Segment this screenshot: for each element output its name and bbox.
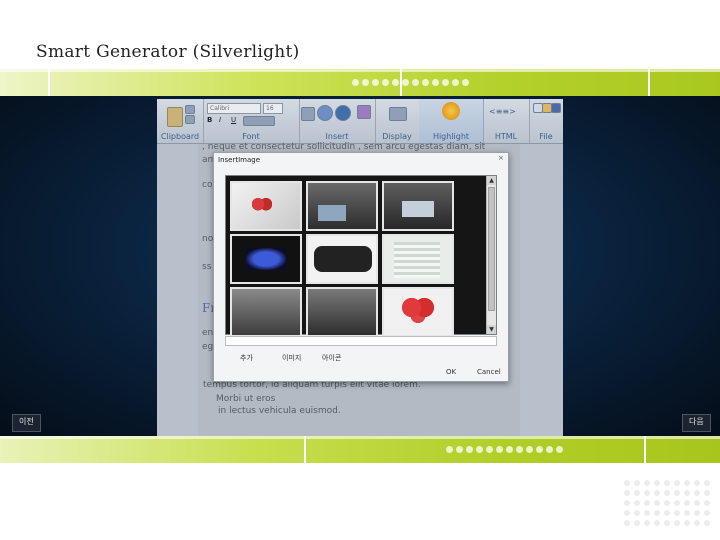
doc-line: co [202,180,213,190]
image-thumbnail[interactable] [230,234,302,284]
icon-button[interactable]: 아이콘 [322,353,341,363]
image-thumbnail[interactable] [306,181,378,231]
document-scan-shape [394,242,440,278]
ribbon-label-html: HTML [494,132,518,141]
image-thumbnail[interactable] [230,181,302,231]
band-dots [446,446,563,453]
slide-title: Smart Generator (Silverlight) [36,42,300,62]
cut-icon[interactable] [185,105,195,114]
doc-line: , neque et consectetur sollicitudin , se… [202,142,486,152]
close-icon[interactable]: × [498,155,505,162]
ribbon-label-insert: Insert [325,132,349,141]
image-thumbnail[interactable] [382,234,454,284]
doc-line: en [202,328,214,338]
blue-logo-shape [246,248,286,270]
ribbon-label-highlight: Highlight [432,132,470,141]
bottom-accent-band [0,436,720,463]
phone-shape [314,246,372,272]
ribbon-group-clipboard[interactable]: Clipboard [157,99,204,143]
display-icon[interactable] [389,107,407,121]
image-thumbnail[interactable] [306,234,378,284]
image-thumbnail[interactable] [382,181,454,231]
scroll-up-arrow-icon[interactable]: ▲ [487,176,496,185]
image-thumbnail[interactable] [306,287,378,337]
paste-icon[interactable] [167,107,183,127]
ribbon-toolbar: Clipboard Calibri 16 B I U Font Insert D… [157,99,563,144]
next-slide-button[interactable]: 다음 [682,414,711,432]
ribbon-group-insert[interactable]: Insert [299,99,376,143]
ribbon-group-highlight[interactable]: Highlight [419,99,484,143]
html-code-icon[interactable]: <≡≡> [489,107,516,116]
top-accent-band [0,69,720,96]
insert-object-icon[interactable] [357,105,371,119]
font-size-combo[interactable]: 16 [263,103,283,114]
ribbon-group-font[interactable]: Calibri 16 B I U Font [203,99,300,143]
image-button[interactable]: 이미지 [282,353,301,363]
ribbon-group-display[interactable]: Display [375,99,420,143]
underline-icon[interactable]: U [231,116,236,124]
monitor-shape [318,205,346,221]
scroll-thumb[interactable] [488,187,495,311]
doc-line: eg [202,342,214,352]
ribbon-group-file[interactable]: File [529,99,563,143]
prev-slide-button[interactable]: 이전 [12,414,41,432]
image-path-input[interactable] [225,336,497,346]
doc-line: ss [202,262,212,272]
dialog-title: InsertImage [218,156,260,164]
heart-illustration [402,297,434,327]
image-gallery[interactable]: ▲ ▼ [225,175,497,337]
ribbon-label-display: Display [382,132,412,141]
font-format-icons[interactable] [243,116,275,126]
bold-icon[interactable]: B [207,116,212,124]
cancel-button[interactable]: Cancel [477,368,501,376]
monitor-shape [402,201,434,217]
ribbon-label-font: Font [242,132,260,141]
band-dots [352,79,469,86]
ribbon-group-html[interactable]: <≡≡> HTML [483,99,530,143]
doc-line: no [202,234,214,244]
insert-image-dialog: InsertImage × ▲ ▼ 추가 이미지 아이콘 OK Cancel [213,152,509,382]
insert-image-icon[interactable] [301,107,315,121]
doc-line: in lectus vehicula euismod. [218,406,341,416]
highlight-sun-icon[interactable] [442,102,460,120]
save-icon[interactable] [551,103,561,113]
ribbon-label-file: File [539,132,553,141]
image-thumbnail[interactable] [230,287,302,337]
decorative-dot-grid [624,480,710,526]
ok-button[interactable]: OK [446,368,456,376]
heart-illustration [252,197,272,215]
insert-media-icon[interactable] [335,105,351,121]
image-thumbnail[interactable] [382,287,454,337]
copy-icon[interactable] [185,115,195,124]
italic-icon[interactable]: I [219,116,221,124]
font-name-combo[interactable]: Calibri [207,103,261,114]
add-button[interactable]: 추가 [240,353,253,363]
doc-line: Morbi ut eros [216,394,276,404]
gallery-scrollbar[interactable]: ▲ ▼ [486,176,496,334]
scroll-down-arrow-icon[interactable]: ▼ [487,325,496,334]
insert-globe-icon[interactable] [317,105,333,121]
ribbon-label-clipboard: Clipboard [160,132,200,141]
